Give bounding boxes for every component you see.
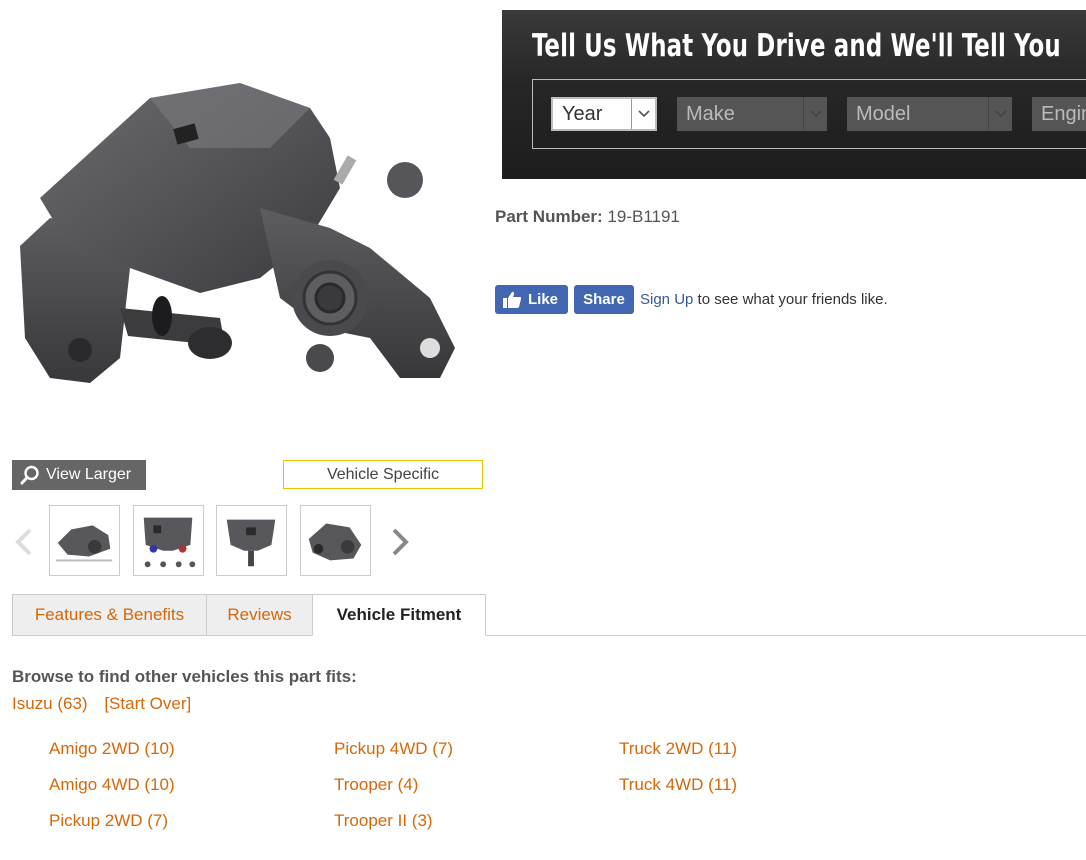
fitment-model-link[interactable]: Trooper (4) — [334, 775, 418, 795]
thumbnail-4[interactable] — [300, 505, 371, 576]
make-crumb-link[interactable]: Isuzu (63) — [12, 694, 88, 713]
facebook-like-button[interactable]: Like — [495, 285, 568, 314]
make-select-value: Make — [686, 102, 735, 125]
model-select[interactable]: Model — [847, 97, 1012, 131]
start-over-link[interactable]: [Start Over] — [104, 694, 191, 713]
chevron-down-icon — [803, 97, 827, 131]
vehicle-selector-headline: Tell Us What You Drive and We'll Tell Yo… — [532, 28, 1061, 64]
fitment-model-link[interactable]: Truck 4WD (11) — [619, 775, 737, 795]
model-select-value: Model — [856, 102, 911, 125]
year-select[interactable]: Year — [551, 97, 657, 131]
engine-select[interactable]: Engine — [1032, 97, 1086, 131]
tab-features-benefits[interactable]: Features & Benefits — [12, 594, 207, 636]
thumbs-up-icon — [503, 291, 522, 308]
vehicle-specific-badge: Vehicle Specific — [283, 460, 483, 489]
facebook-signup-text: Sign Up to see what your friends like. — [640, 291, 888, 308]
view-larger-button[interactable]: View Larger — [12, 460, 146, 490]
facebook-like-label: Like — [528, 291, 559, 308]
year-select-value: Year — [562, 102, 603, 125]
fitment-model-link[interactable]: Pickup 4WD (7) — [334, 739, 453, 759]
magnifier-icon — [20, 465, 39, 485]
facebook-share-button[interactable]: Share — [574, 285, 634, 314]
part-number-label: Part Number: — [495, 207, 603, 226]
facebook-signup-suffix: to see what your friends like. — [693, 291, 888, 308]
fitment-model-link[interactable]: Amigo 2WD (10) — [49, 739, 175, 759]
thumbnail-next-arrow-icon[interactable] — [386, 526, 414, 558]
fitment-model-link[interactable]: Amigo 4WD (10) — [49, 775, 175, 795]
fitment-model-link[interactable]: Truck 2WD (11) — [619, 739, 737, 759]
make-select[interactable]: Make — [677, 97, 827, 131]
thumbnail-1[interactable] — [49, 505, 120, 576]
part-number: Part Number: 19-B1191 — [495, 207, 680, 227]
facebook-signup-link[interactable]: Sign Up — [640, 291, 693, 308]
thumbnail-2[interactable] — [133, 505, 204, 576]
part-number-value: 19-B1191 — [607, 207, 680, 226]
chevron-down-icon — [988, 97, 1012, 131]
vehicle-selector-banner: Tell Us What You Drive and We'll Tell Yo… — [502, 10, 1086, 179]
thumbnail-3[interactable] — [216, 505, 287, 576]
thumbnail-prev-arrow-icon[interactable] — [10, 526, 38, 558]
tab-reviews[interactable]: Reviews — [206, 594, 313, 636]
fitment-model-link[interactable]: Trooper II (3) — [334, 811, 433, 831]
tab-vehicle-fitment[interactable]: Vehicle Fitment — [312, 594, 486, 636]
browse-title: Browse to find other vehicles this part … — [12, 667, 357, 686]
fitment-model-link[interactable]: Pickup 2WD (7) — [49, 811, 168, 831]
view-larger-label: View Larger — [46, 466, 132, 483]
engine-select-value: Engine — [1041, 102, 1086, 125]
fitment-breadcrumb: Isuzu (63) [Start Over] — [12, 694, 203, 714]
chevron-down-icon — [631, 99, 655, 129]
brake-caliper-product-image[interactable] — [10, 78, 465, 396]
